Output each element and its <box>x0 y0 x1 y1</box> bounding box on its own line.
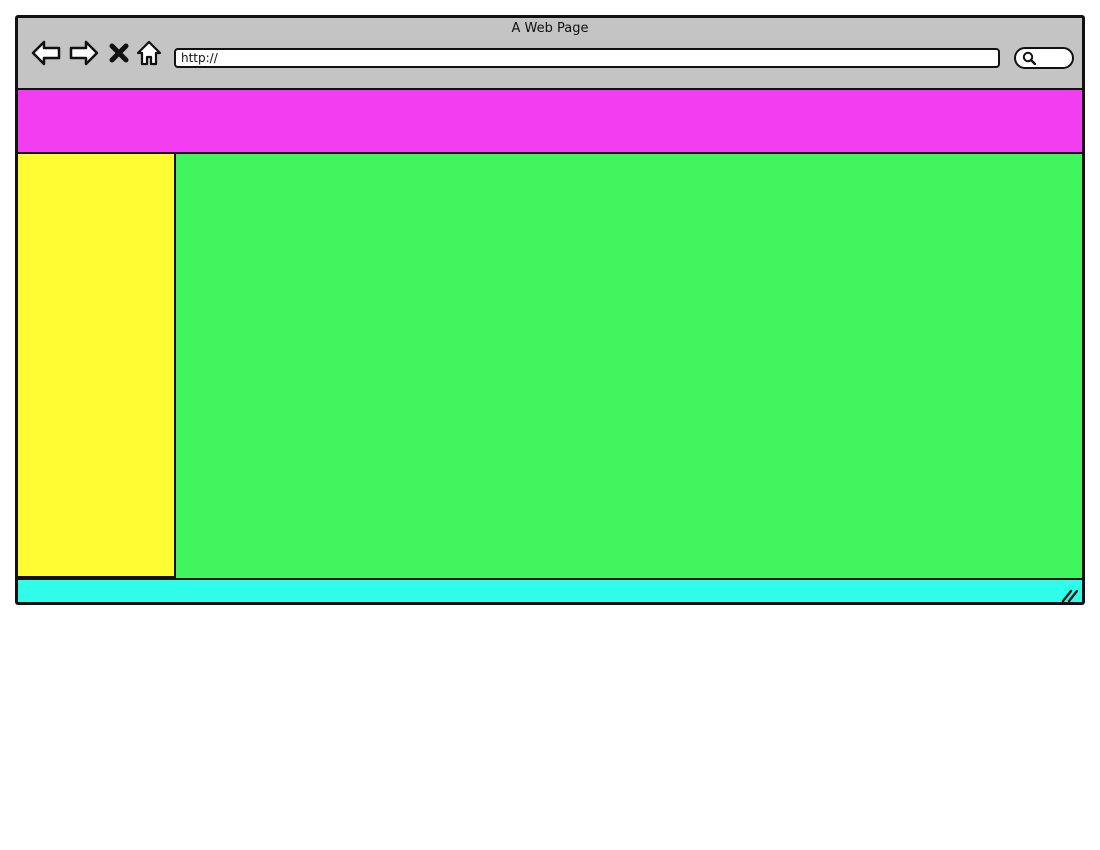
address-bar[interactable]: http:// <box>174 48 1000 68</box>
window-title: A Web Page <box>511 21 589 36</box>
home-icon[interactable] <box>135 38 163 68</box>
header-banner <box>18 90 1082 154</box>
status-bar <box>18 578 1082 602</box>
search-button[interactable] <box>1014 47 1074 69</box>
main-content <box>176 154 1082 578</box>
forward-arrow-icon[interactable] <box>68 38 100 68</box>
resize-grip-icon[interactable] <box>1060 587 1079 602</box>
search-icon <box>1022 51 1037 66</box>
browser-window: A Web Page http:// <box>15 15 1085 605</box>
sidebar <box>18 154 176 578</box>
close-icon[interactable] <box>108 38 130 68</box>
back-arrow-icon[interactable] <box>30 38 62 68</box>
browser-chrome: A Web Page http:// <box>18 18 1082 90</box>
